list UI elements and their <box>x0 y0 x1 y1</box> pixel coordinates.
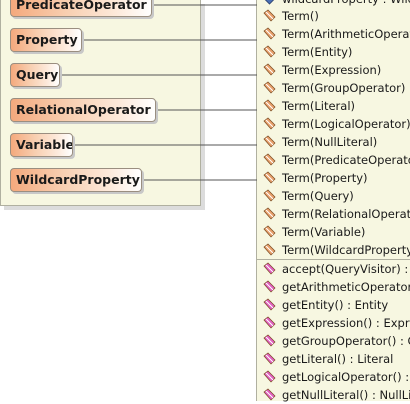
constructor-icon <box>263 153 276 166</box>
constructor-row[interactable]: Term(Literal) <box>263 97 355 115</box>
member-signature: Term() <box>282 9 319 23</box>
constructor-row[interactable]: Term(WildcardProperty) <box>263 241 410 259</box>
class-node-property[interactable]: Property <box>10 28 82 52</box>
member-signature: Term(Variable) <box>282 225 366 239</box>
member-signature: getLiteral() : Literal <box>282 352 394 366</box>
constructor-icon <box>263 189 276 202</box>
constructor-row[interactable]: Term(GroupOperator) <box>263 79 405 97</box>
method-row[interactable]: getNullLiteral() : NullLite <box>263 386 410 404</box>
member-signature: getArithmeticOperator() <box>282 280 410 294</box>
constructor-icon <box>263 171 276 184</box>
member-signature: Term(GroupOperator) <box>282 81 406 95</box>
member-signature: getEntity() : Entity <box>282 298 389 312</box>
method-icon <box>263 370 276 383</box>
class-node-query[interactable]: Query <box>10 63 60 87</box>
constructor-row[interactable]: Term(Query) <box>263 187 354 205</box>
constructor-icon <box>263 207 276 220</box>
member-signature: Term(NullLiteral) <box>282 135 378 149</box>
method-row[interactable]: getLogicalOperator() : L <box>263 368 410 386</box>
constructor-icon <box>263 81 276 94</box>
member-signature: Term(Expression) <box>282 63 382 77</box>
member-signature: Term(LogicalOperator) <box>282 117 410 131</box>
constructor-icon <box>263 45 276 58</box>
term-class-members-panel: wildcardProperty : Wildca Term()Term(Ari… <box>256 0 410 404</box>
member-signature: Term(Query) <box>282 189 354 203</box>
member-signature: getGroupOperator() : Gr <box>282 334 410 348</box>
constructor-row[interactable]: Term(LogicalOperator) <box>263 115 410 133</box>
member-signature: Term(RelationalOperato <box>282 207 410 221</box>
compartment-divider <box>257 259 410 260</box>
class-node-relational-operator[interactable]: RelationalOperator <box>10 98 156 122</box>
method-row[interactable]: getGroupOperator() : Gr <box>263 332 410 350</box>
constructor-row[interactable]: Term(Variable) <box>263 223 365 241</box>
method-row[interactable]: getLiteral() : Literal <box>263 350 393 368</box>
constructor-row[interactable]: Term(Property) <box>263 169 368 187</box>
member-signature: Term(ArithmeticOperator <box>282 27 410 41</box>
constructor-icon <box>263 117 276 130</box>
constructor-row[interactable]: Term(Expression) <box>263 61 381 79</box>
method-icon <box>263 316 276 329</box>
constructor-icon <box>263 135 276 148</box>
member-signature: Term(WildcardProperty) <box>282 243 410 257</box>
constructor-row[interactable]: Term(Entity) <box>263 43 352 61</box>
member-signature: getNullLiteral() : NullLite <box>282 388 410 402</box>
constructor-row[interactable]: Term(PredicateOperato <box>263 151 410 169</box>
method-icon <box>263 334 276 347</box>
constructor-icon <box>263 243 276 256</box>
field-icon <box>264 0 275 5</box>
constructor-row[interactable]: Term(NullLiteral) <box>263 133 377 151</box>
constructor-row[interactable]: Term() <box>263 7 319 25</box>
member-signature: Term(Entity) <box>282 45 353 59</box>
member-signature: getLogicalOperator() : L <box>282 370 410 384</box>
constructor-icon <box>263 27 276 40</box>
class-node-wildcard-property[interactable]: WildcardProperty <box>10 168 142 192</box>
class-node-variable[interactable]: Variable <box>10 133 73 157</box>
method-icon <box>263 352 276 365</box>
method-row[interactable]: getEntity() : Entity <box>263 296 388 314</box>
constructor-row[interactable]: Term(ArithmeticOperator <box>263 25 410 43</box>
method-row[interactable]: accept(QueryVisitor) : vo <box>263 260 410 278</box>
class-node-predicate-operator[interactable]: PredicateOperator <box>10 0 152 17</box>
constructor-row[interactable]: Term(RelationalOperato <box>263 205 410 223</box>
constructor-icon <box>263 225 276 238</box>
method-icon <box>263 262 276 275</box>
member-signature: accept(QueryVisitor) : vo <box>282 262 410 276</box>
member-signature: Term(PredicateOperato <box>282 153 410 167</box>
constructor-icon <box>263 99 276 112</box>
method-row[interactable]: getExpression() : Expres <box>263 314 410 332</box>
member-signature: getExpression() : Expres <box>282 316 410 330</box>
method-icon <box>263 298 276 311</box>
method-icon <box>263 388 276 401</box>
method-icon <box>263 280 276 293</box>
member-signature: Term(Property) <box>282 171 368 185</box>
constructor-icon <box>263 63 276 76</box>
member-signature: Term(Literal) <box>282 99 356 113</box>
constructor-icon <box>263 9 276 22</box>
method-row[interactable]: getArithmeticOperator() <box>263 278 410 296</box>
